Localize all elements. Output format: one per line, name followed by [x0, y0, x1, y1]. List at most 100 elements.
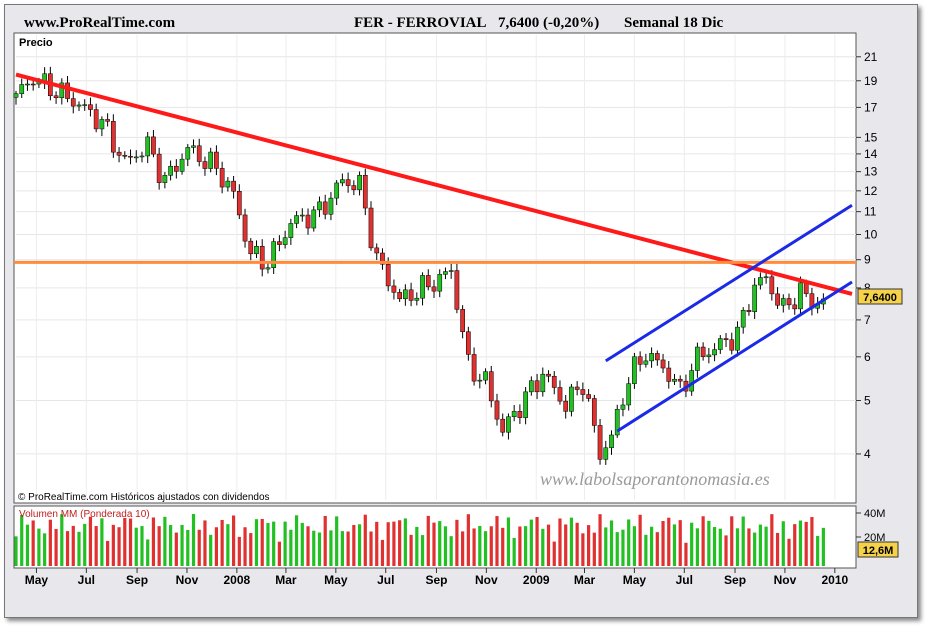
volume-bar — [25, 524, 30, 566]
candle-body — [775, 293, 780, 306]
volume-panel-label: Volumen MM (Ponderada 10) — [19, 509, 150, 520]
volume-bar — [180, 524, 184, 566]
volume-bar — [226, 524, 230, 566]
volume-bar — [552, 541, 556, 566]
volume-bar — [609, 520, 614, 566]
time-tick-label: 2008 — [224, 573, 251, 587]
candle-body — [30, 83, 36, 86]
candle-body — [19, 84, 25, 94]
candle-body — [586, 394, 591, 399]
candle-body — [105, 119, 110, 122]
volume-bar — [31, 520, 35, 566]
candle-body — [25, 83, 30, 86]
volume-bar — [426, 515, 430, 566]
candle-body — [110, 121, 116, 153]
candle-body — [151, 136, 156, 155]
candle-body — [717, 338, 723, 350]
candle-body — [603, 447, 609, 460]
price-tick-label: 21 — [864, 50, 878, 64]
candle-body — [706, 354, 712, 357]
volume-bar — [592, 532, 596, 566]
volume-bar — [260, 518, 264, 566]
volume-bar — [489, 526, 493, 566]
volume-bar — [661, 521, 665, 566]
volume-bar — [724, 535, 728, 566]
volume-bar — [804, 521, 808, 566]
volume-bar — [386, 522, 390, 566]
candle-body — [236, 191, 242, 216]
candle-body — [397, 292, 402, 300]
candle-body — [609, 434, 614, 449]
price-tick-label: 19 — [864, 74, 878, 88]
volume-bar — [518, 526, 522, 566]
volume-bar — [793, 524, 797, 566]
candle-body — [758, 277, 763, 286]
volume-bar — [816, 535, 820, 566]
volume-bar — [54, 528, 58, 566]
time-tick-label: Mar — [574, 573, 596, 587]
volume-bar — [128, 518, 133, 566]
volume-bar — [146, 539, 150, 566]
volume-bar — [65, 531, 70, 566]
volume-bar — [83, 523, 87, 566]
time-tick-label: Nov — [774, 573, 797, 587]
volume-bar — [237, 536, 241, 566]
candle-body — [500, 418, 506, 433]
volume-bar — [546, 524, 551, 566]
candle-body — [420, 275, 425, 299]
candle-body — [334, 182, 340, 199]
volume-bar — [191, 513, 196, 566]
candle-body — [546, 373, 551, 377]
volume-bar — [449, 536, 453, 566]
volume-bar — [472, 528, 476, 566]
candle-body — [65, 82, 70, 99]
price-tick-label: 15 — [864, 130, 878, 144]
candle-body — [13, 93, 19, 98]
volume-bar — [638, 514, 642, 566]
time-tick-label: Nov — [176, 573, 199, 587]
last-price-value: 7,6400 — [863, 292, 897, 304]
volume-bar — [340, 531, 344, 566]
volume-bar — [420, 535, 425, 566]
candle-body — [254, 246, 259, 255]
watermark: www.labolsaporantonomasia.es — [540, 469, 770, 489]
volume-bar — [243, 527, 247, 566]
volume-axis: 40M20M — [856, 508, 885, 544]
candle-body — [557, 387, 563, 402]
candle-body — [540, 373, 546, 393]
candle-body — [277, 241, 282, 245]
volume-bar — [627, 519, 631, 566]
price-volume-chart[interactable]: 456789101112131415171921 40M20M May Jul Se… — [0, 0, 926, 626]
candle-body — [448, 270, 454, 272]
volume-bar — [254, 519, 259, 566]
volume-bar — [598, 514, 602, 566]
volume-bar — [455, 519, 459, 566]
time-tick-label: Jul — [377, 573, 394, 587]
candle-body — [362, 175, 368, 209]
candle-body — [311, 209, 317, 229]
copyright-note: © ProRealTime.com Históricos ajustados c… — [18, 492, 270, 503]
volume-bar — [735, 528, 740, 566]
candle-body — [351, 185, 357, 191]
candle-body — [53, 95, 59, 98]
volume-bar — [277, 541, 281, 566]
volume-bar — [134, 527, 138, 566]
volume-bar — [775, 532, 780, 566]
volume-bar — [529, 519, 533, 566]
volume-bar — [667, 517, 671, 566]
volume-bar — [352, 524, 356, 566]
candle-body — [672, 378, 677, 382]
volume-bar — [197, 529, 201, 566]
candle-body — [328, 197, 334, 215]
time-tick-label: Sep — [425, 573, 447, 587]
volume-bar — [712, 527, 717, 566]
candle-body — [93, 109, 99, 130]
candle-body — [431, 286, 437, 292]
candle-body — [340, 179, 345, 184]
candle-body — [700, 346, 706, 357]
candle-body — [620, 404, 626, 410]
candle-body — [649, 353, 654, 362]
volume-bar — [363, 514, 367, 566]
candle-body — [128, 155, 133, 158]
volume-bar — [684, 542, 688, 566]
